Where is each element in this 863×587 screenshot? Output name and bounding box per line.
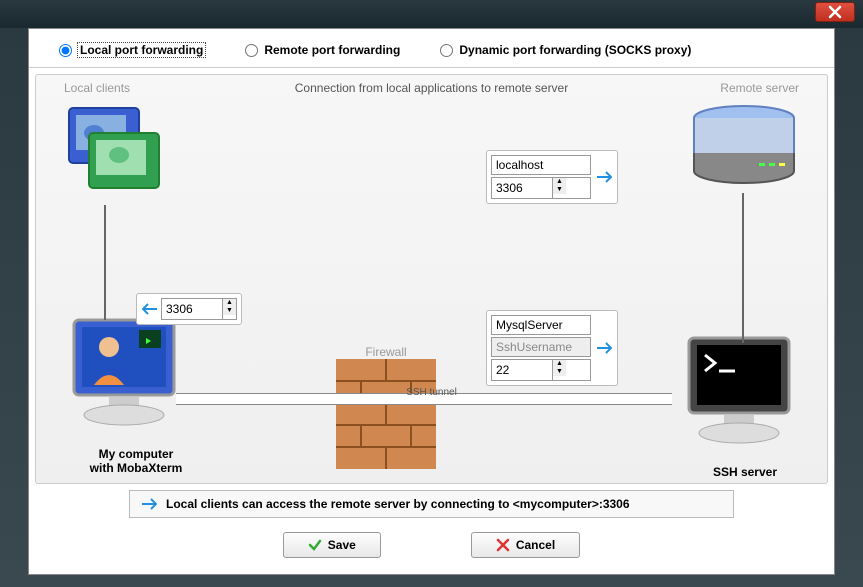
radio-remote-forwarding[interactable]: Remote port forwarding	[245, 43, 400, 57]
status-text: Local clients can access the remote serv…	[166, 497, 630, 511]
close-button[interactable]	[815, 2, 855, 22]
my-computer-label: My computer with MobaXterm	[76, 447, 196, 476]
firewall-label: Firewall	[336, 345, 436, 359]
remote-server-group: ▲▼	[486, 150, 618, 204]
local-clients-icon	[64, 103, 164, 196]
cancel-label: Cancel	[516, 538, 555, 552]
spinner-buttons[interactable]: ▲▼	[222, 299, 236, 319]
save-label: Save	[328, 538, 356, 552]
port-forwarding-dialog: Local port forwarding Remote port forwar…	[28, 28, 835, 575]
radio-remote-label: Remote port forwarding	[264, 43, 400, 57]
local-port-input[interactable]	[162, 299, 222, 319]
dialog-buttons: Save Cancel	[29, 522, 834, 568]
radio-dynamic-forwarding[interactable]: Dynamic port forwarding (SOCKS proxy)	[440, 43, 691, 57]
ssh-server-input[interactable]	[491, 315, 591, 335]
close-icon	[828, 5, 842, 19]
radio-dynamic-label: Dynamic port forwarding (SOCKS proxy)	[459, 43, 691, 57]
remote-port-spinner[interactable]: ▲▼	[491, 177, 591, 199]
spinner-buttons[interactable]: ▲▼	[552, 360, 566, 380]
tunnel-diagram: Local clients Connection from local appl…	[35, 74, 828, 484]
ssh-port-spinner[interactable]: ▲▼	[491, 359, 591, 381]
status-bar: Local clients can access the remote serv…	[129, 490, 734, 518]
arrow-right-icon	[140, 497, 158, 511]
firewall-icon	[336, 359, 436, 469]
radio-dynamic-input[interactable]	[440, 44, 453, 57]
save-button[interactable]: Save	[283, 532, 381, 558]
ssh-connection-group: ▲▼	[486, 310, 618, 386]
radio-local-input[interactable]	[59, 44, 72, 57]
titlebar	[0, 0, 863, 28]
ssh-port-input[interactable]	[492, 360, 552, 380]
firewall-block: Firewall	[336, 345, 436, 472]
my-computer-icon	[64, 315, 184, 433]
radio-local-forwarding[interactable]: Local port forwarding	[59, 43, 205, 57]
arrow-left-icon	[141, 302, 159, 316]
remote-host-input[interactable]	[491, 155, 591, 175]
radio-local-label: Local port forwarding	[78, 43, 205, 57]
arrow-right-icon	[595, 341, 613, 355]
remote-server-label: Remote server	[720, 81, 799, 95]
radio-remote-input[interactable]	[245, 44, 258, 57]
ssh-tunnel-label: SSH tunnel	[36, 387, 827, 398]
line-clients-to-computer	[104, 205, 106, 320]
x-icon	[496, 538, 510, 552]
local-port-group: ▲▼	[136, 293, 242, 325]
line-remote-to-ssh	[742, 193, 744, 343]
spinner-buttons[interactable]: ▲▼	[552, 178, 566, 198]
remote-port-input[interactable]	[492, 178, 552, 198]
forwarding-type-radios: Local port forwarding Remote port forwar…	[29, 29, 834, 68]
local-port-spinner[interactable]: ▲▼	[161, 298, 237, 320]
check-icon	[308, 538, 322, 552]
cancel-button[interactable]: Cancel	[471, 532, 580, 558]
ssh-server-label: SSH server	[713, 465, 777, 479]
arrow-right-icon	[595, 170, 613, 184]
connection-title: Connection from local applications to re…	[36, 81, 827, 95]
remote-server-icon	[689, 103, 799, 196]
ssh-user-input[interactable]	[491, 337, 591, 357]
